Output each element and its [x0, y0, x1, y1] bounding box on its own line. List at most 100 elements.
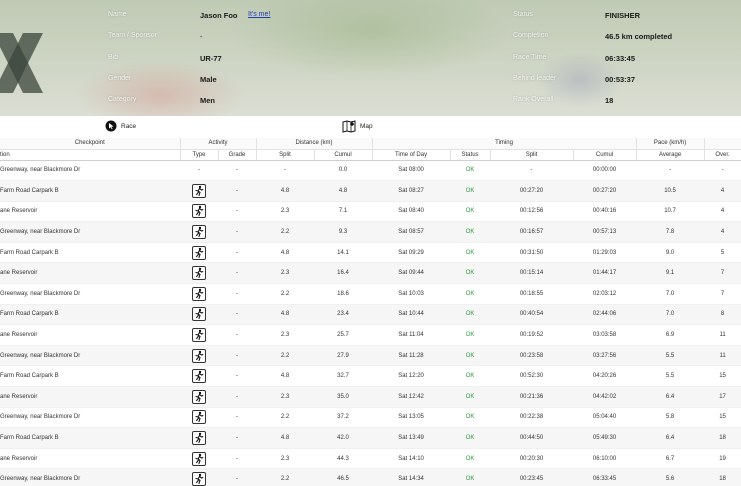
table-row[interactable]: ane Reservoir - 2.3 16.4 Sat 09:44 OK 00… [0, 262, 741, 285]
distance-split: 2.2 [256, 407, 315, 429]
running-icon [192, 307, 206, 322]
gender-label: Gender [108, 75, 132, 82]
checkpoint-status: OK [450, 448, 491, 470]
table-row[interactable]: Farm Road Carpark B - 4.8 32.7 Sat 12:20… [0, 365, 741, 388]
distance-split: 2.2 [256, 221, 315, 243]
table-group-header: Checkpoint Activity Distance (km) Timing… [0, 138, 741, 150]
running-icon [192, 389, 206, 404]
distance-cumul: 42.0 [314, 427, 373, 449]
table-row[interactable]: ane Reservoir - 2.3 44.3 Sat 14:10 OK 00… [0, 448, 741, 470]
athlete-header: Name Jason Foo It's me! Team / Sponsor -… [0, 0, 741, 116]
checkpoint-status: OK [450, 468, 491, 486]
timing-split: 00:52:30 [490, 365, 574, 388]
overall-rank: 11 [704, 324, 741, 346]
table-row[interactable]: Greenway, near Blackmore Dr - 2.2 46.5 S… [0, 468, 741, 486]
time-of-day: Sat 13:49 [372, 427, 451, 449]
checkpoint-status: OK [450, 365, 491, 388]
table-row[interactable]: Farm Road Carpark B - 4.8 4.8 Sat 08:27 … [0, 180, 741, 202]
timing-split: 00:21:36 [490, 386, 574, 408]
table-row[interactable]: Farm Road Carpark B - 4.8 42.0 Sat 13:49… [0, 427, 741, 449]
activity-type-cell [180, 365, 218, 388]
timing-cumul: 01:29:03 [573, 242, 637, 264]
rank-overall-value: 18 [605, 96, 614, 105]
overall-rank: 4 [704, 180, 741, 202]
col-timing-split: Split [490, 149, 574, 161]
checkpoint-status: OK [450, 221, 491, 243]
activity-type-cell [180, 201, 218, 223]
completion-label: Completion [513, 32, 549, 39]
timing-cumul: 03:03:58 [573, 324, 637, 346]
table-row[interactable]: Greenway, near Blackmore Dr - 2.2 9.3 Sa… [0, 221, 741, 243]
pace-average: 7.8 [636, 221, 705, 243]
timing-split: 00:22:38 [490, 407, 574, 429]
pace-average: 10.7 [636, 201, 705, 223]
distance-cumul: 46.5 [314, 468, 373, 486]
distance-cumul: 9.3 [314, 221, 373, 243]
timing-cumul: 02:03:12 [573, 283, 637, 305]
activity-grade: - [218, 201, 257, 223]
group-pace: Pace (km/h) [636, 138, 705, 150]
timing-cumul: 05:04:40 [573, 407, 637, 429]
activity-grade: - [218, 304, 257, 326]
its-me-link[interactable]: It's me! [248, 11, 270, 18]
checkpoint-location: Greenway, near Blackmore Dr [0, 345, 180, 367]
group-distance: Distance (km) [256, 138, 373, 150]
running-icon [192, 348, 206, 363]
distance-cumul: 4.8 [314, 180, 373, 202]
time-of-day: Sat 13:05 [372, 407, 451, 429]
timing-cumul: 01:44:17 [573, 262, 637, 285]
checkpoint-location: Greenway, near Blackmore Dr [0, 221, 180, 243]
race-link[interactable]: Race [105, 120, 136, 132]
checkpoint-location: Greenway, near Blackmore Dr [0, 468, 180, 486]
distance-split: 2.3 [256, 201, 315, 223]
timing-split: 00:31:50 [490, 242, 574, 264]
table-row[interactable]: Greenway, near Blackmore Dr - 2.2 18.6 S… [0, 283, 741, 305]
activity-grade: - [218, 242, 257, 264]
overall-rank: 8 [704, 304, 741, 326]
table-row[interactable]: ane Reservoir - 2.3 7.1 Sat 08:40 OK 00:… [0, 201, 741, 223]
table-row[interactable]: Greenway, near Blackmore Dr - 2.2 37.2 S… [0, 407, 741, 429]
distance-split: 2.2 [256, 468, 315, 486]
running-icon [192, 204, 206, 219]
event-logo-x-icon [0, 33, 43, 93]
time-of-day: Sat 08:00 [372, 160, 451, 182]
activity-type-cell [180, 221, 218, 243]
overall-rank: 18 [704, 468, 741, 486]
activity-grade: - [218, 448, 257, 470]
map-link[interactable]: Map [342, 120, 373, 133]
time-of-day: Sat 11:04 [372, 324, 451, 346]
overall-rank: 7 [704, 283, 741, 305]
table-row[interactable]: ane Reservoir - 2.3 35.0 Sat 12:42 OK 00… [0, 386, 741, 408]
table-row[interactable]: ane Reservoir - 2.3 25.7 Sat 11:04 OK 00… [0, 324, 741, 346]
checkpoint-status: OK [450, 180, 491, 202]
running-icon [192, 286, 206, 301]
overall-rank: 15 [704, 365, 741, 388]
table-row[interactable]: Farm Road Carpark B - 4.8 14.1 Sat 09:29… [0, 242, 741, 264]
timing-cumul: 00:40:16 [573, 201, 637, 223]
behind-leader-value: 00:53:37 [605, 75, 636, 84]
pace-average: - [636, 160, 705, 182]
timing-split: 00:44:50 [490, 427, 574, 449]
activity-type-cell [180, 262, 218, 285]
table-row[interactable]: Farm Road Carpark B - 4.8 23.4 Sat 10:44… [0, 304, 741, 326]
checkpoint-location: Greenway, near Blackmore Dr [0, 283, 180, 305]
timing-split: 00:23:45 [490, 468, 574, 486]
activity-type-cell [180, 448, 218, 470]
timing-cumul: 04:42:02 [573, 386, 637, 408]
activity-grade: - [218, 180, 257, 202]
cursor-arrow-icon [105, 120, 117, 132]
checkpoint-status: OK [450, 201, 491, 223]
pace-average: 5.8 [636, 407, 705, 429]
col-grade: Grade [218, 149, 257, 161]
col-timing-cumul: Cumul [573, 149, 637, 161]
timing-split: 00:18:55 [490, 283, 574, 305]
table-row[interactable]: Greenway, near Blackmore Dr - 2.2 27.9 S… [0, 345, 741, 367]
distance-split: 4.8 [256, 427, 315, 449]
pace-average: 6.4 [636, 386, 705, 408]
timing-cumul: 05:49:30 [573, 427, 637, 449]
table-row[interactable]: Greenway, near Blackmore Dr - - - 0.0 Sa… [0, 160, 741, 182]
distance-cumul: 18.6 [314, 283, 373, 305]
distance-split: 4.8 [256, 304, 315, 326]
timing-split: 00:12:56 [490, 201, 574, 223]
checkpoint-results-table: Checkpoint Activity Distance (km) Timing… [0, 138, 741, 486]
